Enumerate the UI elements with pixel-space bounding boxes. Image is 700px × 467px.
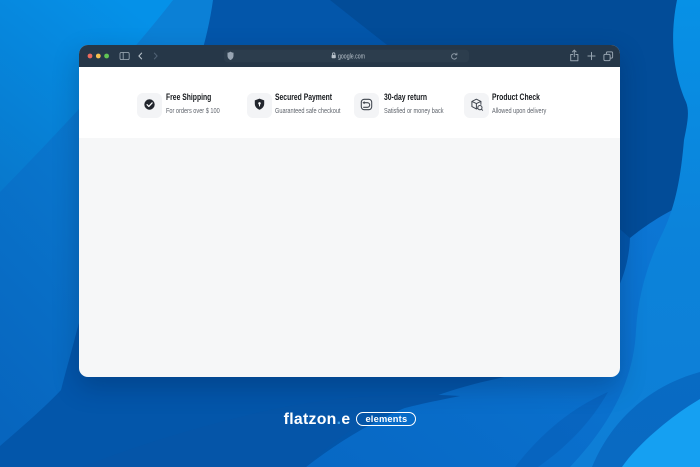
svg-text:google.com: google.com: [338, 53, 365, 60]
